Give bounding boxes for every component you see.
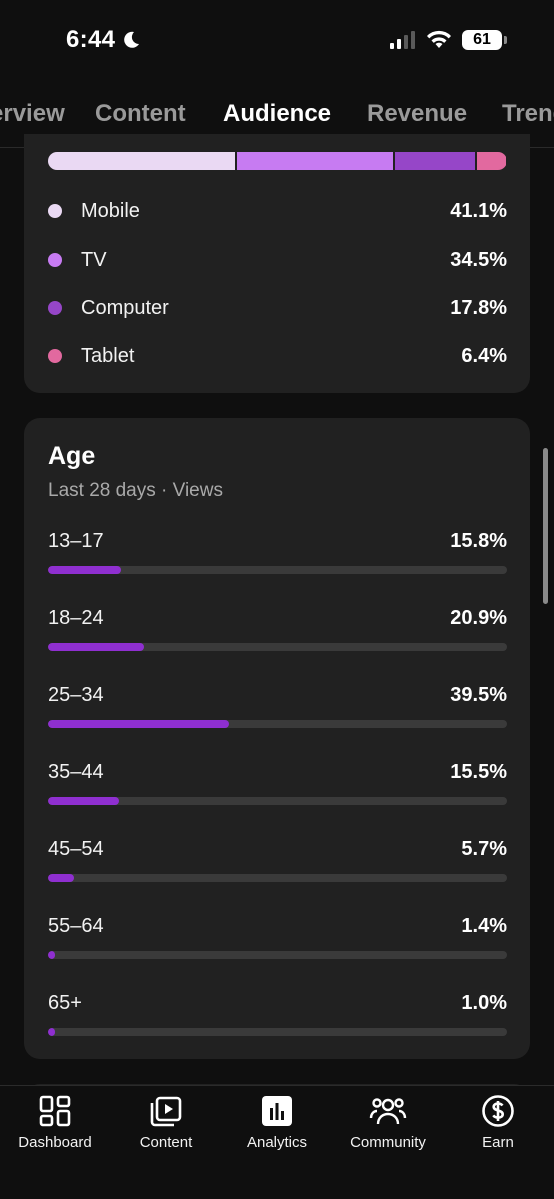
tab-trends[interactable]: Trends (502, 100, 554, 128)
age-title: Age (48, 442, 96, 470)
age-subtitle: Last 28 days · Views (48, 480, 223, 501)
device-label: Computer (81, 296, 169, 319)
age-range-label: 13–17 (48, 530, 104, 552)
device-share-segment (236, 152, 395, 170)
nav-label: Content (139, 1134, 193, 1151)
age-row: 45–54 5.7% (48, 838, 507, 892)
battery-level: 61 (473, 31, 491, 48)
device-label: Tablet (81, 344, 135, 367)
device-value: 17.8% (450, 296, 507, 319)
nav-label: Earn (482, 1134, 514, 1151)
age-bar-track (48, 874, 507, 882)
age-range-label: 45–54 (48, 838, 104, 860)
device-value: 41.1% (450, 199, 507, 222)
age-row: 65+ 1.0% (48, 992, 507, 1046)
tv-dot (48, 253, 62, 267)
moon-icon (124, 31, 140, 48)
nav-community[interactable]: Community (333, 1094, 443, 1151)
nav-content[interactable]: Content (111, 1094, 221, 1151)
device-value: 34.5% (450, 248, 507, 271)
battery-icon: 61 (462, 30, 507, 50)
age-bar-track (48, 720, 507, 728)
age-bar-fill (48, 874, 75, 882)
tablet-dot (48, 349, 62, 363)
age-card: Age Last 28 days · Views 13–17 15.8% 18–… (24, 418, 530, 1059)
analytics-icon (262, 1096, 292, 1126)
tab-content[interactable]: Content (95, 100, 186, 128)
content-icon (150, 1096, 182, 1127)
clock-text: 6:44 (66, 26, 116, 53)
nav-label: Analytics (246, 1134, 308, 1151)
tab-audience[interactable]: Audience (223, 100, 331, 128)
device-share-segment (48, 152, 237, 170)
signal-icon (390, 31, 415, 49)
tab-overview[interactable]: Overview (0, 100, 65, 128)
age-bar-fill (48, 951, 55, 959)
age-bar-fill (48, 720, 230, 728)
age-range-label: 65+ (48, 992, 82, 1014)
age-bar-track (48, 951, 507, 959)
age-percent: 39.5% (450, 684, 507, 706)
device-row-computer: Computer 17.8% (48, 293, 507, 323)
age-bar-track (48, 797, 507, 805)
age-bar-fill (48, 643, 144, 651)
bottom-nav: Dashboard Content Analytics Community Ea… (0, 1085, 554, 1199)
age-percent: 15.8% (450, 530, 507, 552)
age-range-label: 18–24 (48, 607, 104, 629)
device-type-card: Mobile 41.1% TV 34.5% Computer 17.8% Tab… (24, 134, 530, 393)
age-percent: 15.5% (450, 761, 507, 783)
age-row: 18–24 20.9% (48, 607, 507, 661)
tab-revenue[interactable]: Revenue (367, 100, 467, 128)
age-bar-fill (48, 797, 120, 805)
scrollbar[interactable] (543, 448, 548, 604)
age-bar-fill (48, 566, 121, 574)
age-range-label: 35–44 (48, 761, 104, 783)
device-row-mobile: Mobile 41.1% (48, 196, 507, 226)
device-share-segment (394, 152, 477, 170)
age-range-label: 55–64 (48, 915, 104, 937)
dashboard-icon (39, 1095, 71, 1127)
status-time: 6:44 (66, 26, 141, 54)
nav-earn[interactable]: Earn (443, 1094, 553, 1151)
community-icon (369, 1098, 407, 1125)
age-percent: 20.9% (450, 607, 507, 629)
age-percent: 5.7% (461, 838, 507, 860)
age-bar-fill (48, 1028, 55, 1036)
device-label: Mobile (81, 199, 140, 222)
age-bar-track (48, 643, 507, 651)
device-value: 6.4% (461, 344, 507, 367)
wifi-icon (427, 30, 451, 48)
device-share-bar (48, 152, 507, 170)
nav-label: Community (350, 1134, 426, 1151)
age-bar-track (48, 566, 507, 574)
nav-dashboard[interactable]: Dashboard (0, 1094, 110, 1151)
age-percent: 1.4% (461, 915, 507, 937)
device-label: TV (81, 248, 107, 271)
nav-label: Dashboard (18, 1134, 92, 1151)
age-row: 13–17 15.8% (48, 530, 507, 584)
device-row-tablet: Tablet 6.4% (48, 341, 507, 371)
age-range-label: 25–34 (48, 684, 104, 706)
age-row: 55–64 1.4% (48, 915, 507, 969)
earn-icon (482, 1095, 514, 1127)
nav-analytics[interactable]: Analytics (222, 1094, 332, 1151)
mobile-dot (48, 204, 62, 218)
device-share-segment (476, 152, 507, 170)
age-row: 25–34 39.5% (48, 684, 507, 738)
age-bar-track (48, 1028, 507, 1036)
status-bar: 6:44 61 (0, 0, 554, 80)
age-percent: 1.0% (461, 992, 507, 1014)
device-row-tv: TV 34.5% (48, 245, 507, 275)
age-row: 35–44 15.5% (48, 761, 507, 815)
computer-dot (48, 301, 62, 315)
